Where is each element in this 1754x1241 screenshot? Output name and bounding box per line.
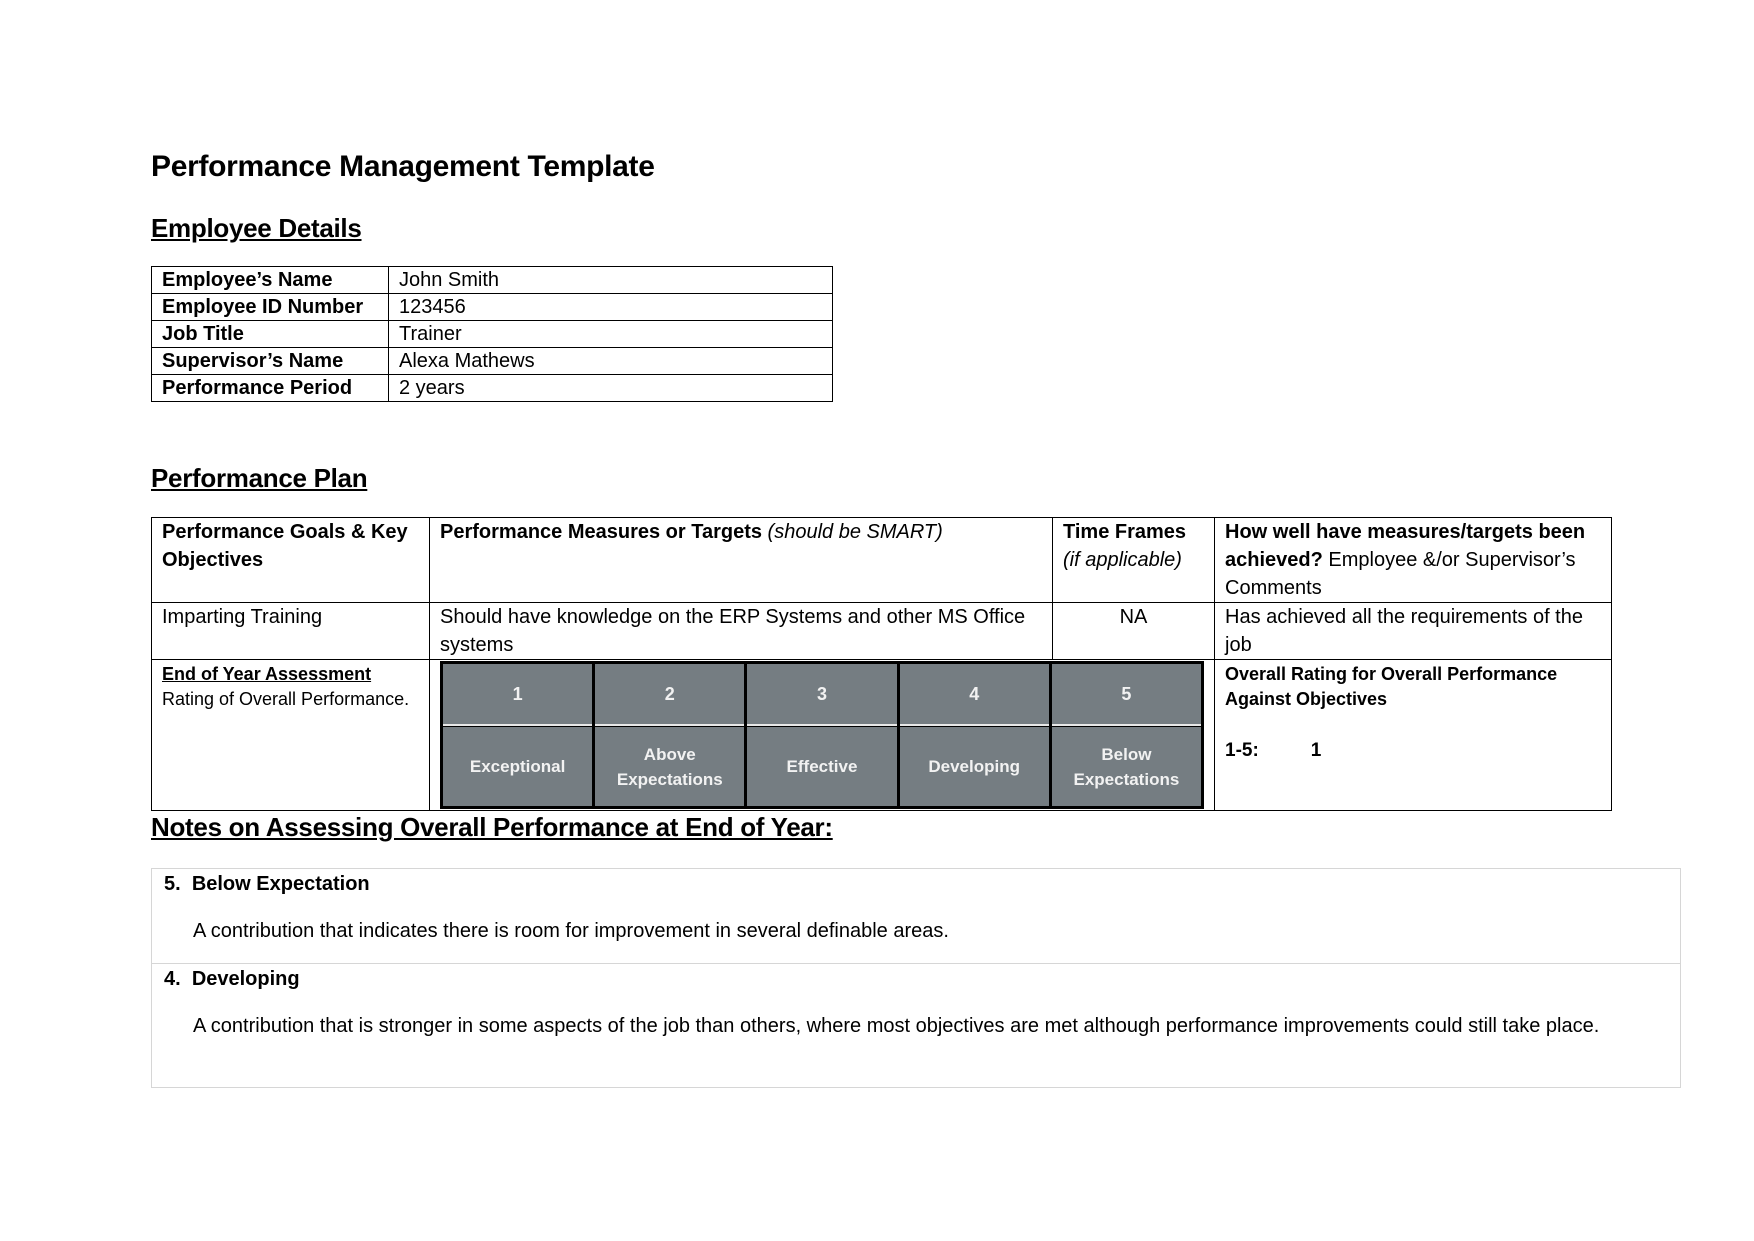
employee-details-table: Employee’s Name John Smith Employee ID N…	[151, 266, 833, 402]
rating-number-5: 5	[1051, 664, 1201, 726]
table-row: Supervisor’s Name Alexa Mathews	[151, 347, 833, 375]
performance-plan-table: Performance Goals & Key Objectives Perfo…	[151, 517, 1612, 811]
header-goals: Performance Goals & Key Objectives	[151, 517, 430, 603]
employee-name-value: John Smith	[388, 266, 833, 294]
rating-label-5: Below Expectations	[1051, 727, 1201, 806]
header-timeframes-italic: (if applicable)	[1063, 549, 1182, 571]
job-title-value: Trainer	[388, 320, 833, 348]
note-item: 5. Below Expectation A contribution that…	[152, 869, 1680, 964]
employee-name-label: Employee’s Name	[151, 266, 389, 294]
assessment-title: End of Year Assessment	[162, 664, 372, 684]
performance-plan-heading: Performance Plan	[151, 463, 368, 493]
rating-scale-grid: 1 2 3 4 5 Exceptional Above Expectations…	[440, 661, 1204, 809]
rating-label-1: Exceptional	[443, 727, 593, 806]
employee-id-value: 123456	[388, 293, 833, 321]
overall-rating-cell: Overall Rating for Overall Performance A…	[1214, 659, 1612, 811]
score-label: 1-5:	[1225, 740, 1259, 761]
notes-list: 5. Below Expectation A contribution that…	[151, 868, 1681, 1088]
score-value: 1	[1310, 740, 1322, 761]
overall-rating-title: Overall Rating for Overall Performance A…	[1225, 664, 1558, 709]
rating-label-4: Developing	[899, 727, 1049, 806]
header-achieved: How well have measures/targets been achi…	[1214, 517, 1612, 603]
overall-score: 1-5: 1	[1225, 737, 1601, 765]
rating-number-3: 3	[747, 664, 897, 726]
goal-cell: Imparting Training	[151, 602, 430, 660]
rating-scale-cell: 1 2 3 4 5 Exceptional Above Expectations…	[429, 659, 1215, 811]
table-row: Employee’s Name John Smith	[151, 266, 833, 294]
table-row: Job Title Trainer	[151, 320, 833, 348]
header-measures-bold: Performance Measures or Targets	[440, 521, 762, 543]
table-header-row: Performance Goals & Key Objectives Perfo…	[151, 517, 1612, 603]
table-row: Imparting Training Should have knowledge…	[151, 602, 1612, 660]
rating-label-3: Effective	[747, 727, 897, 806]
job-title-label: Job Title	[151, 320, 389, 348]
note-number: 4.	[164, 968, 181, 990]
comment-cell: Has achieved all the requirements of the…	[1214, 602, 1612, 660]
header-measures-italic: (should be SMART)	[767, 521, 943, 543]
note-heading: 5. Below Expectation	[164, 873, 370, 896]
assessment-row: End of Year Assessment Rating of Overall…	[151, 659, 1612, 811]
rating-number-4: 4	[899, 664, 1049, 726]
rating-label-2: Above Expectations	[595, 727, 745, 806]
employee-id-label: Employee ID Number	[151, 293, 389, 321]
note-text: A contribution that is stronger in some …	[193, 1015, 1600, 1037]
supervisor-name-value: Alexa Mathews	[388, 347, 833, 375]
measure-cell: Should have knowledge on the ERP Systems…	[429, 602, 1053, 660]
note-text: A contribution that indicates there is r…	[193, 920, 949, 942]
table-row: Performance Period 2 years	[151, 374, 833, 402]
header-timeframes-bold: Time Frames	[1063, 521, 1187, 543]
rating-number-1: 1	[443, 664, 593, 726]
performance-period-label: Performance Period	[151, 374, 389, 402]
table-row: Employee ID Number 123456	[151, 293, 833, 321]
note-number: 5.	[164, 873, 181, 895]
header-measures: Performance Measures or Targets (should …	[429, 517, 1053, 603]
note-title: Developing	[191, 968, 300, 990]
performance-period-value: 2 years	[388, 374, 833, 402]
employee-details-heading: Employee Details	[151, 213, 362, 243]
header-timeframes: Time Frames (if applicable)	[1052, 517, 1215, 603]
assessment-description: Rating of Overall Performance.	[162, 689, 410, 709]
assessment-label-cell: End of Year Assessment Rating of Overall…	[151, 659, 430, 811]
timeframe-cell: NA	[1052, 602, 1215, 660]
note-title: Below Expectation	[191, 873, 370, 895]
supervisor-name-label: Supervisor’s Name	[151, 347, 389, 375]
note-item: 4. Developing A contribution that is str…	[152, 964, 1680, 1088]
page-title: Performance Management Template	[151, 150, 655, 183]
rating-number-2: 2	[595, 664, 745, 726]
note-heading: 4. Developing	[164, 968, 300, 991]
notes-heading: Notes on Assessing Overall Performance a…	[151, 812, 833, 842]
